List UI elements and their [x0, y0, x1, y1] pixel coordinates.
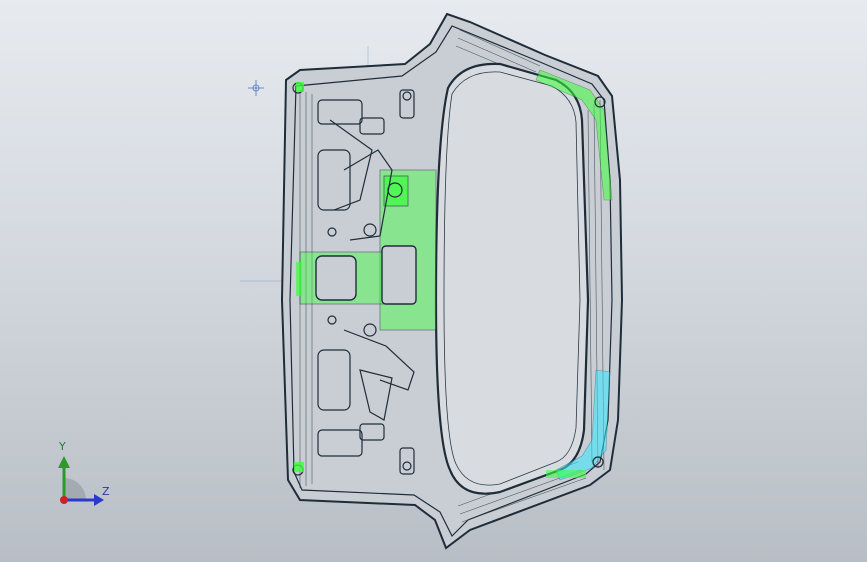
tailgate-wireframe-model[interactable]	[0, 0, 867, 562]
graphics-viewport[interactable]: Y Z	[0, 0, 867, 562]
y-axis-label: Y	[59, 440, 66, 453]
triad-axes-icon	[58, 456, 104, 506]
center-cutout-left	[315, 255, 357, 301]
center-cutout-right	[381, 245, 417, 305]
green-accent-bottom-left	[294, 462, 304, 472]
z-axis-label: Z	[102, 485, 110, 498]
green-accent-bottom-rim	[546, 470, 586, 478]
green-accent-left-mid	[296, 262, 302, 296]
window-opening	[434, 62, 590, 495]
coordinate-triad: Y Z	[44, 440, 124, 520]
origin-crosshair-icon	[248, 80, 264, 96]
green-accent-top-left	[296, 82, 304, 92]
